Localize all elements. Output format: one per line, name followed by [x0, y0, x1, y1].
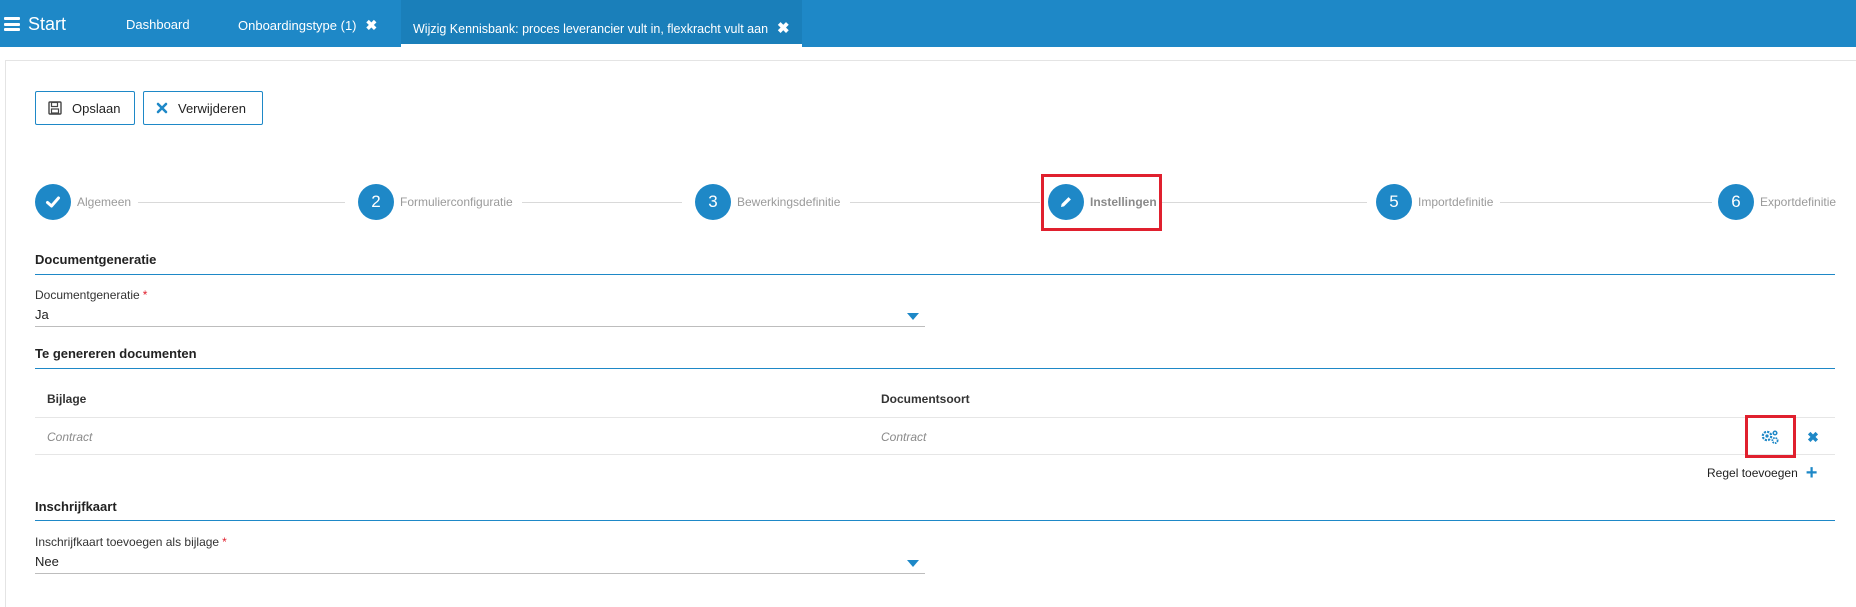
documentgeneratie-select[interactable]: Ja — [35, 305, 925, 327]
tab-onboardingstype[interactable]: Onboardingstype (1) ✖ — [238, 0, 377, 47]
delete-label: Verwijderen — [178, 100, 246, 116]
row-delete-button[interactable]: ✖ — [1803, 425, 1823, 449]
tab-dashboard[interactable]: Dashboard — [126, 0, 190, 47]
close-icon: ✖ — [1807, 428, 1819, 445]
gears-icon — [1761, 430, 1779, 444]
top-navigation-bar: Start Dashboard Onboardingstype (1) ✖ Wij… — [0, 0, 1856, 47]
chevron-down-icon[interactable] — [907, 313, 919, 320]
chevron-down-icon[interactable] — [907, 560, 919, 567]
checkmark-icon — [35, 184, 71, 220]
section-divider — [35, 520, 1835, 521]
documentgeneratie-value: Ja — [35, 307, 49, 322]
tab-wijzig-kennisbank[interactable]: Wijzig Kennisbank: proces leverancier vu… — [401, 0, 802, 47]
step-connector — [1500, 202, 1712, 203]
step-connector — [522, 202, 682, 203]
inschrijfkaart-select[interactable]: Nee — [35, 552, 925, 574]
plus-icon: + — [1805, 462, 1818, 484]
step-label: Importdefinitie — [1418, 195, 1494, 209]
section-divider — [35, 368, 1835, 369]
floppy-disk-icon — [48, 101, 62, 115]
step-connector — [850, 202, 1040, 203]
add-row-label: Regel toevoegen — [1707, 466, 1798, 480]
pencil-icon — [1048, 184, 1084, 220]
close-tab-icon[interactable]: ✖ — [777, 20, 790, 37]
cell-documentsoort: Contract — [881, 430, 927, 444]
step-instellingen[interactable]: Instellingen — [1048, 184, 1157, 220]
inschrijfkaart-value: Nee — [35, 554, 59, 569]
step-number: 5 — [1376, 184, 1412, 220]
required-marker: * — [142, 288, 148, 302]
tab-label: Dashboard — [126, 17, 190, 32]
close-icon — [156, 102, 168, 114]
section-title-documentgeneratie: Documentgeneratie — [35, 252, 157, 267]
table-divider — [35, 454, 1835, 455]
step-connector — [1162, 202, 1367, 203]
column-header-bijlage: Bijlage — [47, 392, 87, 406]
section-title-inschrijfkaart: Inschrijfkaart — [35, 499, 117, 514]
main-content — [5, 60, 1856, 607]
step-importdefinitie[interactable]: 5 Importdefinitie — [1376, 184, 1493, 220]
step-label: Exportdefinitie — [1760, 195, 1837, 209]
inschrijfkaart-field-label: Inschrijfkaart toevoegen als bijlage * — [35, 535, 227, 549]
save-button[interactable]: Opslaan — [35, 91, 135, 125]
hamburger-icon — [4, 17, 20, 31]
step-algemeen[interactable]: Algemeen — [35, 184, 131, 220]
step-label: Algemeen — [77, 195, 132, 209]
required-marker: * — [222, 535, 227, 549]
delete-button[interactable]: Verwijderen — [143, 91, 263, 125]
step-connector — [138, 202, 345, 203]
step-number: 2 — [358, 184, 394, 220]
column-header-documentsoort: Documentsoort — [881, 392, 970, 406]
start-label: Start — [28, 14, 67, 34]
row-settings-button[interactable] — [1757, 425, 1783, 449]
table-divider — [35, 417, 1835, 418]
section-divider — [35, 274, 1835, 275]
tab-label: Onboardingstype (1) — [238, 18, 357, 33]
main-menu-button[interactable]: Start — [4, 14, 66, 34]
step-formulierconfiguratie[interactable]: 2 Formulierconfiguratie — [358, 184, 513, 220]
close-tab-icon[interactable]: ✖ — [366, 17, 378, 33]
step-exportdefinitie[interactable]: 6 Exportdefinitie — [1718, 184, 1836, 220]
step-label: Formulierconfiguratie — [400, 195, 513, 209]
step-number: 6 — [1718, 184, 1754, 220]
documentgeneratie-field-label: Documentgeneratie * — [35, 288, 148, 302]
step-bewerkingsdefinitie[interactable]: 3 Bewerkingsdefinitie — [695, 184, 840, 220]
step-number: 3 — [695, 184, 731, 220]
section-title-te-genereren-documenten: Te genereren documenten — [35, 346, 197, 361]
tab-label: Wijzig Kennisbank: proces leverancier vu… — [413, 22, 769, 36]
step-label: Instellingen — [1090, 195, 1157, 209]
save-label: Opslaan — [72, 100, 121, 116]
cell-bijlage: Contract — [47, 430, 93, 444]
step-label: Bewerkingsdefinitie — [737, 195, 841, 209]
add-row-button[interactable]: Regel toevoegen + — [1707, 462, 1818, 484]
